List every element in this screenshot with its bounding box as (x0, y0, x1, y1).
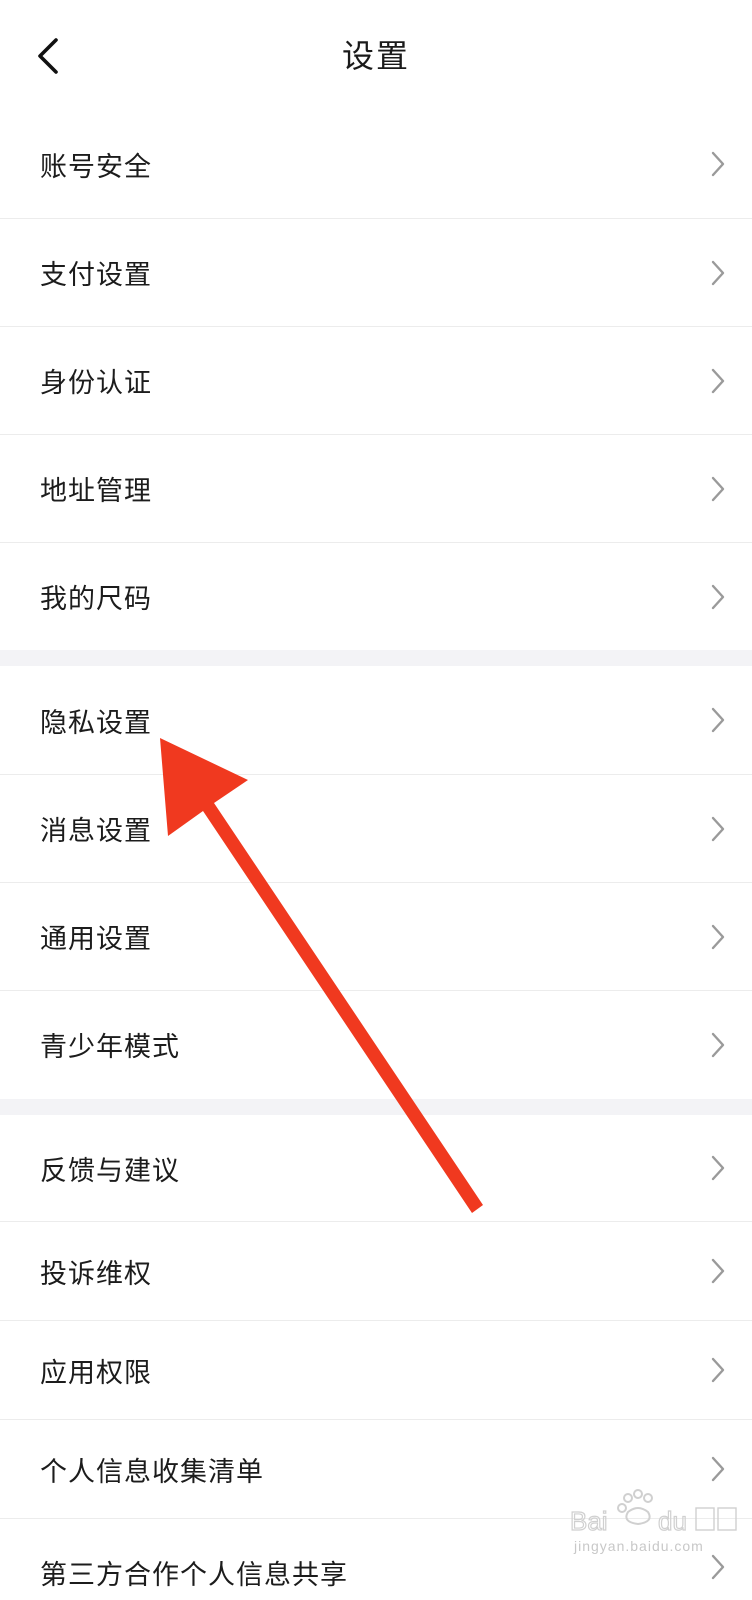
settings-item-feedback[interactable]: 反馈与建议 (0, 1115, 752, 1221)
settings-group-preferences: 隐私设置 消息设置 通用设置 青少年模式 (0, 666, 752, 1098)
chevron-right-icon (711, 1456, 725, 1482)
settings-item-label: 应用权限 (40, 1357, 152, 1389)
settings-item-label: 投诉维权 (40, 1258, 152, 1290)
settings-item-teen-mode[interactable]: 青少年模式 (0, 990, 752, 1098)
chevron-right-icon (711, 476, 725, 501)
chevron-right-icon (711, 924, 725, 949)
settings-item-account-security[interactable]: 账号安全 (0, 110, 752, 218)
settings-item-complaints[interactable]: 投诉维权 (0, 1221, 752, 1320)
settings-item-app-permissions[interactable]: 应用权限 (0, 1320, 752, 1419)
chevron-right-icon (711, 151, 725, 177)
settings-item-messages[interactable]: 消息设置 (0, 774, 752, 882)
settings-item-label: 通用设置 (40, 924, 152, 955)
settings-item-label: 消息设置 (40, 816, 152, 847)
settings-group-support: 反馈与建议 投诉维权 应用权限 个人信息收集清单 第三方合作个人信息共享 (0, 1115, 752, 1600)
chevron-right-icon (711, 816, 725, 841)
settings-item-general[interactable]: 通用设置 (0, 882, 752, 990)
chevron-right-icon (711, 584, 725, 609)
settings-item-label: 支付设置 (40, 260, 152, 291)
settings-item-identity[interactable]: 身份认证 (0, 326, 752, 434)
top-nav-bar: 设置 (0, 0, 752, 112)
settings-screen: 设置 账号安全 支付设置 身份认证 地址管理 我的尺码 隐私设置 消息设置 通用… (0, 0, 752, 1600)
settings-item-label: 隐私设置 (40, 707, 152, 739)
settings-item-address[interactable]: 地址管理 (0, 434, 752, 542)
settings-item-label: 个人信息收集清单 (40, 1456, 264, 1488)
chevron-right-icon (711, 1032, 725, 1057)
settings-item-label: 地址管理 (40, 476, 152, 507)
chevron-right-icon (711, 1357, 725, 1383)
settings-item-label: 第三方合作个人信息共享 (40, 1560, 348, 1591)
settings-item-third-party-sharing[interactable]: 第三方合作个人信息共享 (0, 1518, 752, 1600)
group-divider (0, 1099, 752, 1115)
chevron-right-icon (711, 707, 725, 733)
settings-item-label: 我的尺码 (40, 584, 152, 615)
page-title: 设置 (341, 37, 410, 75)
settings-item-label: 账号安全 (40, 151, 152, 183)
settings-item-personal-info-list[interactable]: 个人信息收集清单 (0, 1419, 752, 1518)
group-divider (0, 650, 752, 666)
chevron-right-icon (711, 1554, 725, 1580)
settings-item-size[interactable]: 我的尺码 (0, 542, 752, 650)
chevron-right-icon (711, 1258, 725, 1284)
settings-item-label: 身份认证 (40, 368, 152, 399)
chevron-right-icon (711, 1155, 725, 1181)
chevron-right-icon (711, 260, 725, 285)
settings-item-label: 青少年模式 (40, 1032, 180, 1063)
settings-item-label: 反馈与建议 (40, 1155, 180, 1187)
settings-item-privacy[interactable]: 隐私设置 (0, 666, 752, 774)
settings-group-account: 账号安全 支付设置 身份认证 地址管理 我的尺码 (0, 110, 752, 650)
chevron-right-icon (711, 368, 725, 393)
settings-item-payment[interactable]: 支付设置 (0, 218, 752, 326)
